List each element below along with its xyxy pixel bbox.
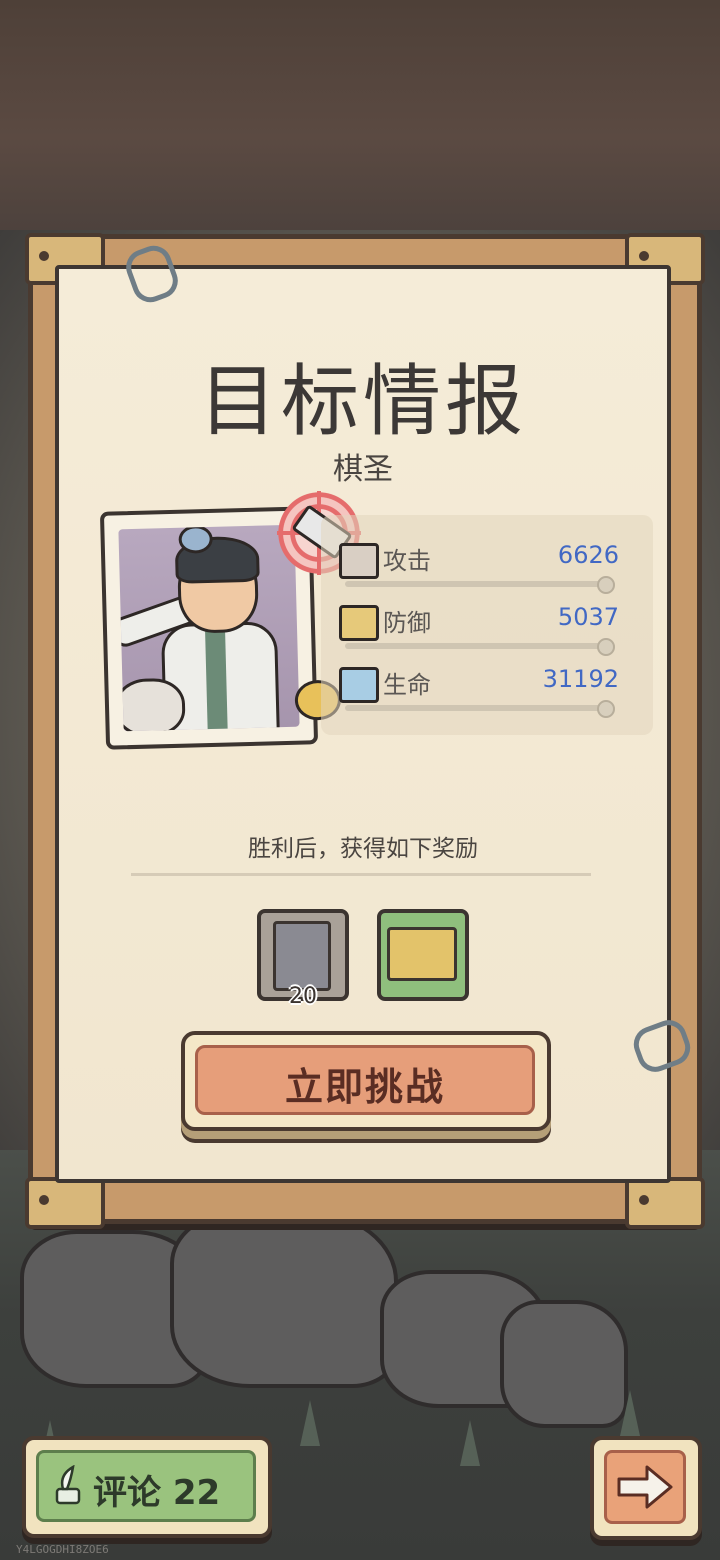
stat-value: 5037 xyxy=(557,603,619,631)
background-top xyxy=(0,0,720,230)
comment-button-label: 评论 22 xyxy=(93,1473,221,1513)
target-info-panel: 目标情报 棋圣 攻击 6626 防御 5037 生命 31192 胜利后，获得如… xyxy=(25,233,705,1229)
panel-corner xyxy=(625,1177,705,1229)
stat-label: 防御 xyxy=(383,609,431,637)
stat-bar xyxy=(345,576,615,594)
health-icon xyxy=(339,667,379,703)
attack-icon xyxy=(339,543,379,579)
comment-button[interactable]: 评论 22 xyxy=(22,1436,272,1538)
info-paper: 目标情报 棋圣 攻击 6626 防御 5037 生命 31192 胜利后，获得如… xyxy=(55,240,696,1183)
reward-caption: 胜利后，获得如下奖励 xyxy=(248,836,478,862)
grass xyxy=(460,1420,480,1466)
reward-count: 20 xyxy=(289,984,317,1009)
user-id-text: Y4LGOGDHI8ZOE6 xyxy=(16,1543,109,1556)
paperclip-icon xyxy=(121,240,183,308)
reward-item-card[interactable] xyxy=(377,909,469,1001)
grass xyxy=(620,1390,640,1436)
challenge-button-label: 立即挑战 xyxy=(284,1065,445,1109)
stat-label: 生命 xyxy=(383,671,431,699)
badge-icon xyxy=(273,921,331,991)
stat-bar xyxy=(345,638,615,656)
target-name: 棋圣 xyxy=(333,452,393,487)
cat-figure xyxy=(118,677,186,732)
stat-bar xyxy=(345,700,615,718)
stats-panel: 攻击 6626 防御 5037 生命 31192 xyxy=(321,515,653,735)
character-sash xyxy=(204,622,228,732)
rock xyxy=(500,1300,628,1428)
stat-value: 6626 xyxy=(557,541,619,569)
stat-label: 攻击 xyxy=(383,547,431,575)
divider xyxy=(131,873,591,876)
panel-corner xyxy=(25,1177,105,1229)
target-character-image xyxy=(118,524,300,732)
paperclip-icon xyxy=(628,1015,696,1077)
quill-icon xyxy=(55,1465,81,1505)
arrow-right-icon xyxy=(617,1465,673,1509)
panel-title: 目标情报 xyxy=(198,357,527,447)
defense-icon xyxy=(339,605,379,641)
stat-attack: 攻击 6626 xyxy=(339,537,639,594)
challenge-button[interactable]: 立即挑战 xyxy=(181,1031,551,1131)
next-button[interactable] xyxy=(590,1436,702,1540)
stat-defense: 防御 5037 xyxy=(339,599,639,656)
stat-health: 生命 31192 xyxy=(339,661,639,718)
card-icon xyxy=(387,927,457,981)
grass xyxy=(300,1400,320,1446)
reward-item-badge[interactable]: 20 xyxy=(257,909,349,1009)
stat-value: 31192 xyxy=(542,665,619,693)
rock xyxy=(170,1210,398,1388)
